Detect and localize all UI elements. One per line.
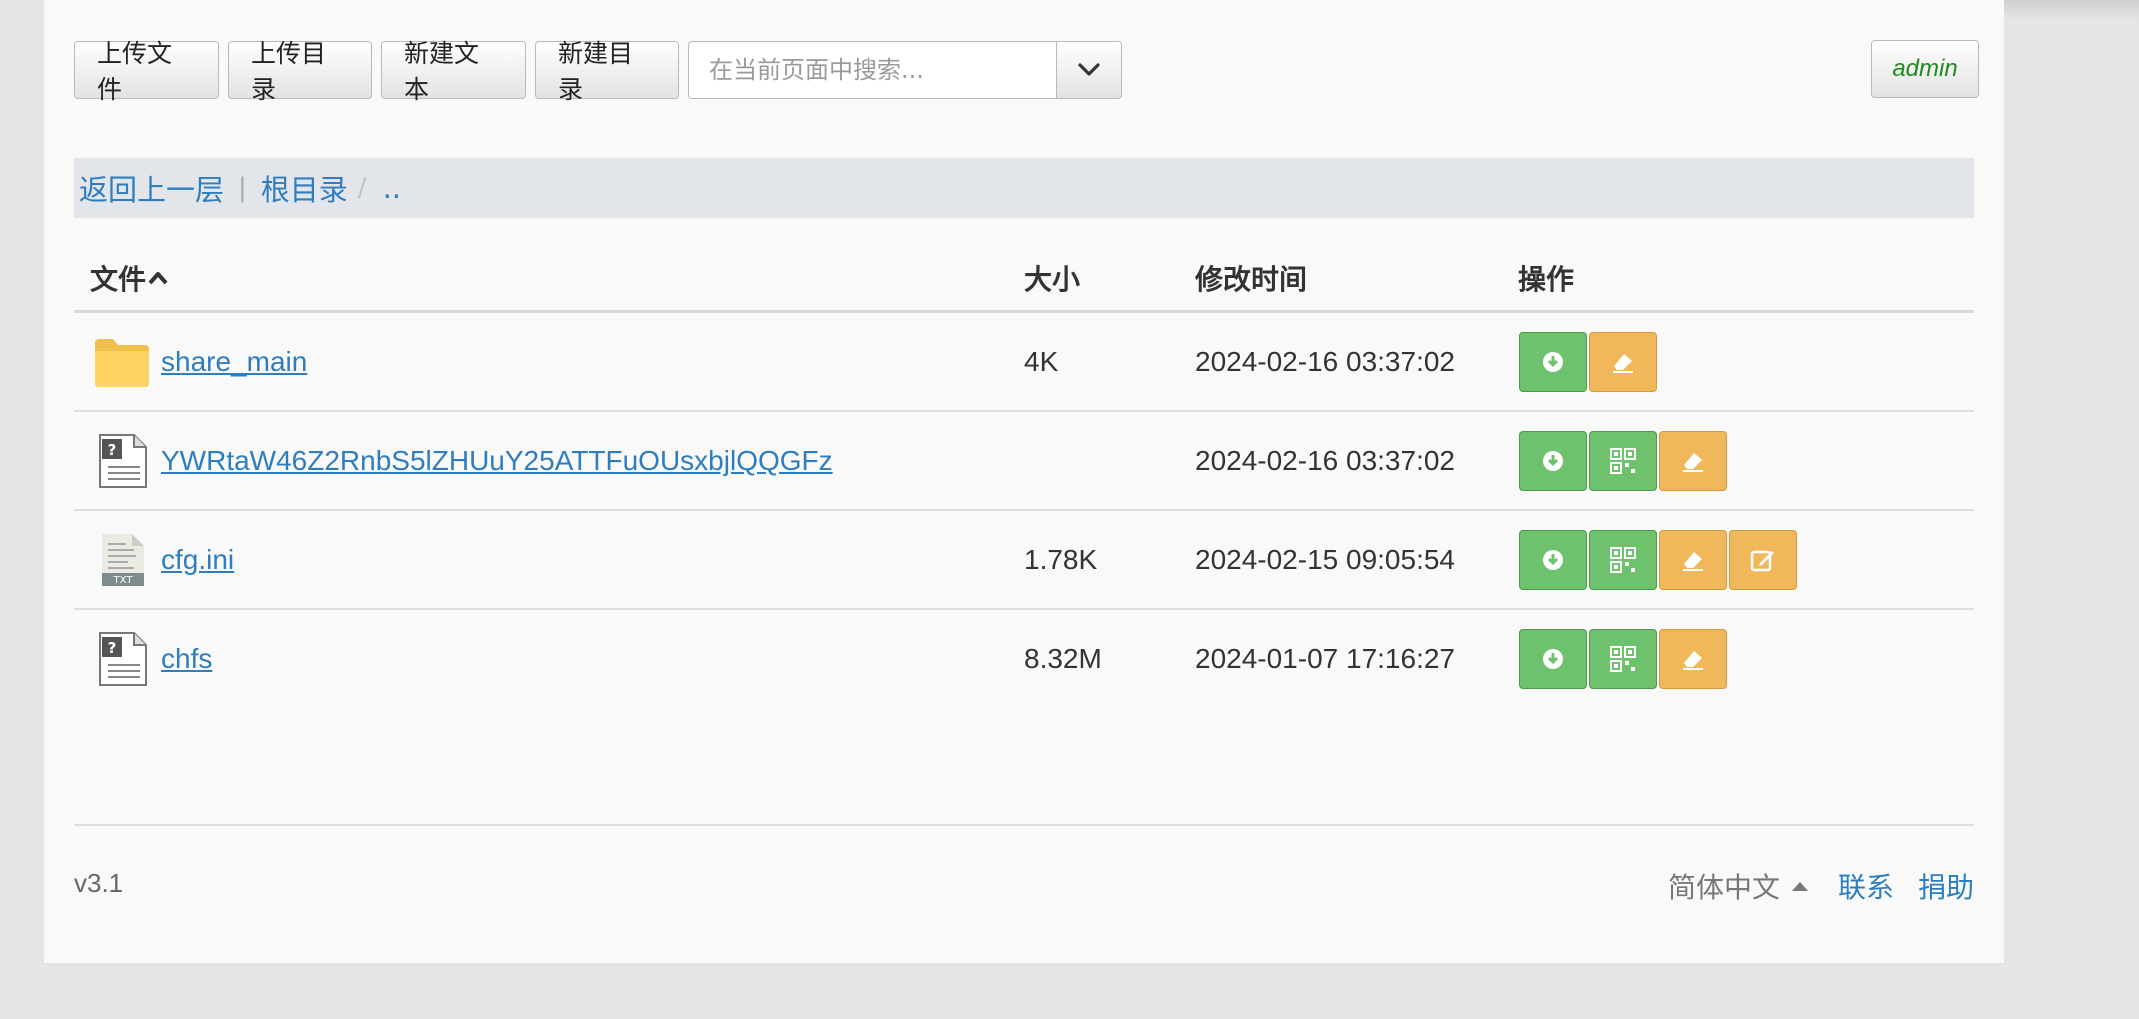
qrcode-icon [1610,447,1636,474]
file-size: 4K [1024,345,1059,377]
search-input[interactable] [688,41,1056,99]
eraser-icon [1683,551,1703,571]
breadcrumb-slash: / [357,173,367,203]
qrcode-button[interactable] [1589,430,1657,491]
download-button[interactable] [1519,529,1587,590]
toolbar: 上传文件 上传目录 新建文本 新建目录 [74,39,1122,104]
file-time: 2024-01-07 17:16:27 [1195,642,1455,674]
download-icon [1543,450,1563,471]
delete-button[interactable] [1659,430,1727,491]
header-name[interactable]: 文件 [74,258,1024,298]
breadcrumb-separator: | [238,173,247,203]
root-link[interactable]: 根目录 [261,167,348,209]
delete-button[interactable] [1659,628,1727,689]
svg-text:?: ? [108,639,117,657]
contact-link[interactable]: 联系 [1838,866,1894,906]
file-time: 2024-02-15 09:05:54 [1195,543,1455,575]
qrcode-icon [1610,546,1636,573]
download-icon [1543,648,1563,669]
main-panel: 上传文件 上传目录 新建文本 新建目录 admin 返回上一层 | 根目录 / … [44,0,2004,963]
file-time: 2024-02-16 03:37:02 [1195,444,1455,476]
eraser-icon [1683,452,1703,472]
footer-divider [74,824,1974,826]
header-ops: 操作 [1518,262,1575,296]
new-text-button[interactable]: 新建文本 [381,39,526,104]
user-menu-button[interactable]: admin [1871,40,1979,98]
edit-button[interactable] [1729,529,1797,590]
upload-file-button[interactable]: 上传文件 [74,39,219,104]
upload-dir-button[interactable]: 上传目录 [228,39,372,104]
svg-text:TXT: TXT [113,575,134,586]
search-group [688,41,1122,99]
file-size: 1.78K [1024,543,1098,575]
table-row: TXT cfg.ini 1.78K 2024-02-15 09:05:54 [74,511,1974,610]
language-selector[interactable]: 简体中文 [1668,866,1838,906]
file-link[interactable]: share_main [161,346,307,378]
file-time: 2024-02-16 03:37:02 [1195,345,1455,377]
file-table: 文件 大小 修改时间 操作 share_main 4K 2024-02-16 0… [74,245,1974,707]
txt-file-icon: TXT [93,532,151,588]
delete-button[interactable] [1589,331,1657,392]
download-button[interactable] [1519,331,1587,392]
unknown-file-icon: ? [93,433,151,489]
header-size[interactable]: 大小 [1024,258,1195,298]
unknown-file-icon: ? [93,631,151,687]
top-shadow [2004,0,2139,20]
chevron-down-icon [1078,63,1100,76]
search-dropdown-button[interactable] [1056,41,1122,99]
new-dir-button[interactable]: 新建目录 [535,39,679,104]
eraser-icon [1613,353,1633,373]
table-row: ? chfs 8.32M 2024-01-07 17:16:27 [74,610,1974,707]
chevron-up-icon [148,271,168,284]
edit-icon [1750,550,1774,571]
file-link[interactable]: YWRtaW46Z2RnbS5lZHUuY25ATTFuOUsxbjlQQGFz [161,445,833,477]
donate-link[interactable]: 捐助 [1918,866,1974,906]
qrcode-button[interactable] [1589,529,1657,590]
download-icon [1543,549,1563,570]
qrcode-button[interactable] [1589,628,1657,689]
eraser-icon [1683,650,1703,670]
header-time[interactable]: 修改时间 [1195,258,1518,298]
table-header: 文件 大小 修改时间 操作 [74,245,1974,313]
folder-icon [93,334,151,390]
download-button[interactable] [1519,628,1587,689]
qrcode-icon [1610,645,1636,672]
download-button[interactable] [1519,430,1587,491]
download-icon [1543,351,1563,372]
footer-links: 简体中文 联系 捐助 [1668,866,1974,906]
version-label: v3.1 [74,868,124,898]
table-row: ? YWRtaW46Z2RnbS5lZHUuY25ATTFuOUsxbjlQQG… [74,412,1974,511]
back-link[interactable]: 返回上一层 [79,167,224,209]
delete-button[interactable] [1659,529,1727,590]
svg-text:?: ? [108,441,117,459]
parent-link[interactable]: .. [383,171,401,205]
file-size: 8.32M [1024,642,1102,674]
table-row: share_main 4K 2024-02-16 03:37:02 [74,313,1974,412]
breadcrumb: 返回上一层 | 根目录 / .. [74,158,1974,218]
file-link[interactable]: chfs [161,643,212,675]
file-link[interactable]: cfg.ini [161,544,234,576]
caret-up-icon [1791,881,1808,891]
